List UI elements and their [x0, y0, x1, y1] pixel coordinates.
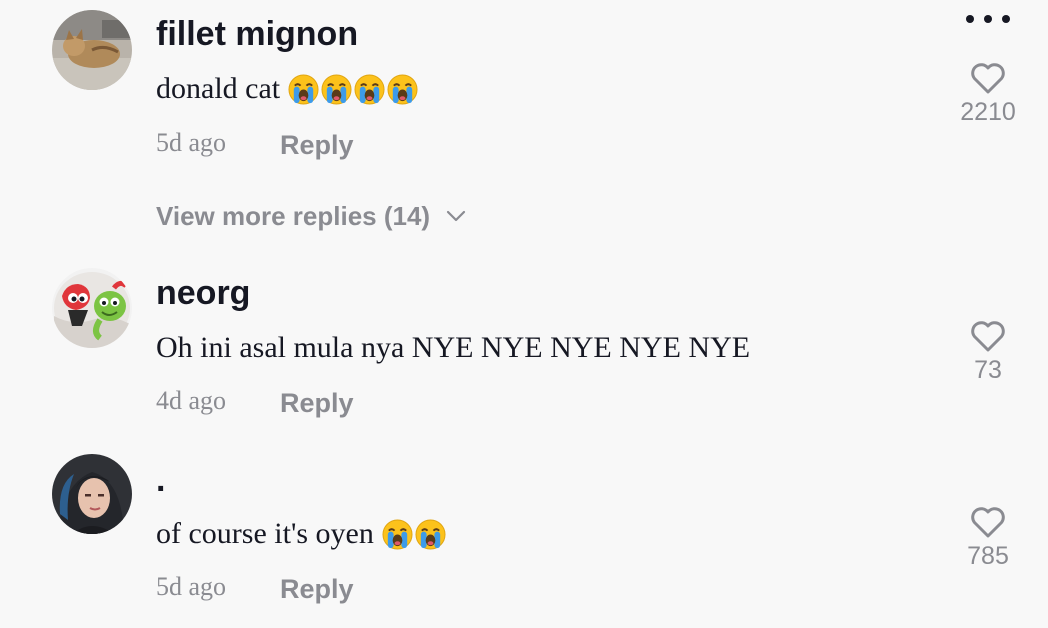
comment-timestamp: 5d ago: [156, 128, 227, 157]
loudly-crying-emoji-icon: [382, 518, 413, 550]
loudly-crying-emoji-icon: [415, 518, 446, 550]
avatar[interactable]: [52, 454, 132, 534]
avatar[interactable]: [52, 10, 132, 90]
loudly-crying-emoji-icon: [321, 73, 352, 105]
comment-text: donald cat: [156, 71, 420, 107]
comment-username[interactable]: .: [156, 460, 165, 500]
like-count: 2210: [960, 98, 1016, 126]
heart-icon[interactable]: [969, 504, 1007, 540]
cat-avatar-image: [52, 10, 132, 90]
like-count: 785: [967, 542, 1009, 570]
comment-username[interactable]: neorg: [156, 273, 250, 313]
view-more-replies-button[interactable]: View more replies (14): [156, 200, 466, 232]
like-count: 73: [974, 356, 1002, 384]
cartoon-avatar-image: [52, 268, 132, 348]
like-button[interactable]: 785: [948, 504, 1028, 570]
comment-timestamp: 4d ago: [156, 386, 227, 415]
view-more-replies-label: View more replies (14): [156, 201, 431, 231]
comments-panel: fillet mignon donald cat 5d ago Reply 22…: [0, 0, 1048, 628]
comment-username[interactable]: fillet mignon: [156, 14, 358, 54]
person-avatar-image: [52, 454, 132, 534]
reply-button[interactable]: Reply: [280, 574, 354, 604]
loudly-crying-emoji-icon: [288, 73, 319, 105]
comment-text: of course it's oyen: [156, 516, 448, 552]
emoji-group: [382, 518, 448, 550]
like-button[interactable]: 2210: [948, 60, 1028, 126]
comment-text: Oh ini asal mula nya NYE NYE NYE NYE NYE: [156, 330, 750, 366]
heart-icon[interactable]: [969, 60, 1007, 96]
comment-text-content: of course it's oyen: [156, 517, 374, 550]
comment-text-content: donald cat: [156, 72, 281, 105]
comment-text-content: Oh ini asal mula nya NYE NYE NYE NYE NYE: [156, 331, 751, 364]
reply-button[interactable]: Reply: [280, 130, 354, 160]
heart-icon[interactable]: [969, 318, 1007, 354]
comment-timestamp: 5d ago: [156, 572, 227, 601]
loudly-crying-emoji-icon: [387, 73, 418, 105]
loudly-crying-emoji-icon: [354, 73, 385, 105]
chevron-down-icon: [446, 210, 466, 222]
emoji-group: [288, 73, 420, 105]
like-button[interactable]: 73: [948, 318, 1028, 384]
avatar[interactable]: [52, 268, 132, 348]
more-options-icon[interactable]: [966, 10, 1010, 28]
reply-button[interactable]: Reply: [280, 388, 354, 418]
